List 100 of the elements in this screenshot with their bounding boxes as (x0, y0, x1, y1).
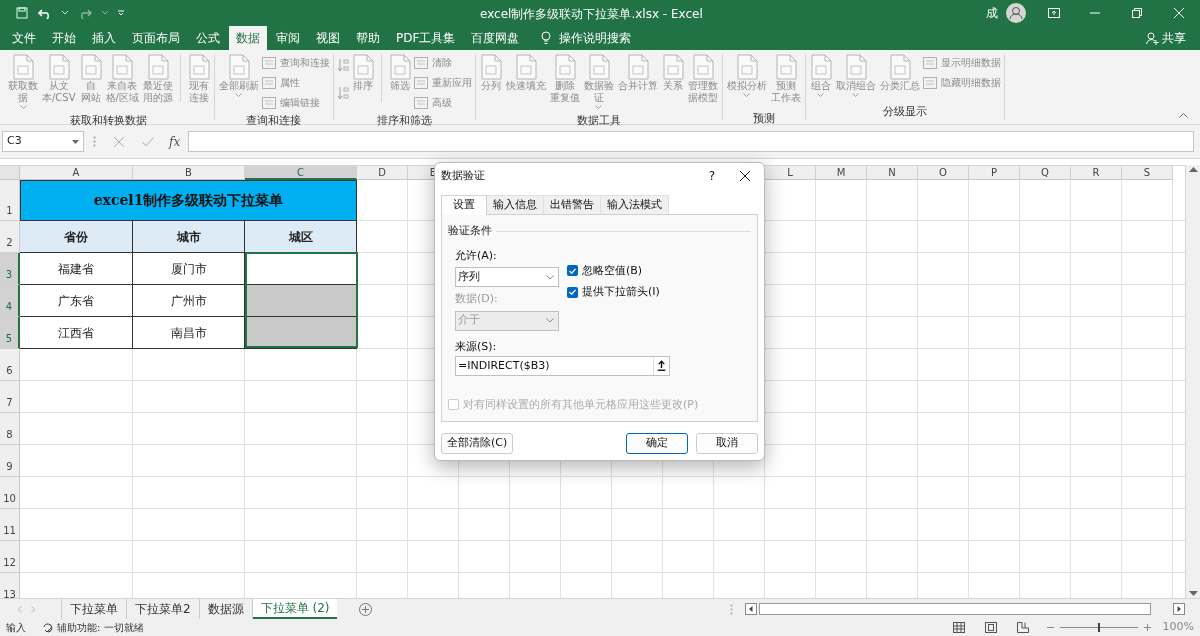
grid-cell[interactable] (1071, 541, 1122, 573)
zoom-out-icon[interactable] (1046, 624, 1054, 631)
row-header[interactable]: 9 (0, 445, 20, 477)
ribbon-button-label[interactable]: 高级 (431, 95, 452, 110)
menu-tab[interactable]: PDF工具集 (389, 26, 463, 50)
grid-cell[interactable] (1020, 253, 1071, 285)
grid-cell[interactable] (1071, 413, 1122, 445)
avatar-icon[interactable] (1006, 3, 1026, 23)
zoom-slider-thumb[interactable] (1097, 623, 1100, 632)
enter-icon[interactable] (142, 136, 154, 147)
grid-cell[interactable] (1071, 509, 1122, 541)
ribbon-button[interactable]: 最近使 用的源 (141, 54, 174, 104)
grid-cell[interactable] (1122, 253, 1173, 285)
grid-cell[interactable] (357, 253, 408, 285)
grid-cell[interactable] (816, 253, 867, 285)
grid-cell[interactable] (918, 221, 969, 253)
grid-cell[interactable] (867, 221, 918, 253)
row-header[interactable]: 3 (0, 253, 20, 285)
grid-cell[interactable] (867, 180, 918, 221)
share-button[interactable]: 共享 (1146, 26, 1186, 50)
grid-cell[interactable] (867, 253, 918, 285)
grid-cell[interactable] (1020, 413, 1071, 445)
dialog-tab[interactable]: 输入信息 (487, 195, 544, 214)
grid-cell[interactable] (1122, 509, 1173, 541)
grid-cell[interactable] (408, 477, 459, 509)
grid-cell[interactable] (357, 509, 408, 541)
grid-cell[interactable] (133, 541, 245, 573)
ribbon-button[interactable]: 管理数 据模型 (686, 54, 719, 104)
grid-cell[interactable] (1071, 381, 1122, 413)
column-header[interactable]: L (765, 166, 816, 180)
column-header[interactable]: M (816, 166, 867, 180)
grid-cell[interactable] (510, 477, 561, 509)
grid-cell[interactable] (245, 541, 357, 573)
undo-icon[interactable] (38, 7, 52, 19)
grid-cell[interactable] (1071, 477, 1122, 509)
grid-cell[interactable] (612, 541, 663, 573)
ribbon-button[interactable]: 预测 工作表 (769, 54, 802, 104)
scroll-left-icon[interactable] (745, 603, 757, 615)
cancel-icon[interactable] (114, 136, 124, 147)
accessibility-status[interactable]: 辅助功能: 一切就绪 (57, 620, 144, 635)
ribbon-button-label[interactable]: 清除 (431, 55, 452, 70)
grid-cell[interactable] (357, 541, 408, 573)
grid-cell[interactable] (133, 477, 245, 509)
grid-cell[interactable] (1020, 285, 1071, 317)
grid-cell[interactable] (918, 413, 969, 445)
grid-cell[interactable] (133, 445, 245, 477)
ribbon-display-icon[interactable] (1048, 8, 1060, 18)
grid-cell[interactable] (714, 509, 765, 541)
grid-cell[interactable] (1020, 221, 1071, 253)
grid-cell[interactable] (918, 349, 969, 381)
ribbon-button-label[interactable]: 显示明细数据 (940, 55, 1001, 70)
zoom-level[interactable]: 100% (1162, 619, 1194, 636)
grid-cell[interactable] (816, 180, 867, 221)
grid-cell[interactable] (969, 381, 1020, 413)
grid-cell[interactable] (1020, 477, 1071, 509)
row-header[interactable]: 2 (0, 221, 20, 253)
grid-cell[interactable] (1122, 180, 1173, 221)
ribbon-button[interactable]: 从文 本/CSV (41, 54, 77, 104)
column-header[interactable]: S (1122, 166, 1173, 180)
scroll-right-icon[interactable] (1173, 603, 1185, 615)
grid-cell[interactable] (969, 477, 1020, 509)
grid-cell[interactable] (1071, 349, 1122, 381)
grid-cell[interactable] (245, 445, 357, 477)
grid-cell[interactable] (969, 413, 1020, 445)
dialog-tab[interactable]: 输入法模式 (601, 195, 669, 214)
grid-cell[interactable] (20, 445, 133, 477)
page-layout-icon[interactable] (984, 622, 997, 633)
grid-cell[interactable] (867, 381, 918, 413)
grid-cell[interactable] (816, 541, 867, 573)
grid-cell[interactable] (1020, 349, 1071, 381)
checkbox[interactable] (567, 286, 578, 298)
grid-cell[interactable] (918, 317, 969, 349)
menu-tab[interactable]: 开始 (45, 26, 83, 50)
row-header[interactable]: 6 (0, 349, 20, 381)
menu-tab[interactable]: 数据 (229, 26, 267, 50)
row-header[interactable]: 7 (0, 381, 20, 413)
menu-tab[interactable]: 插入 (85, 26, 123, 50)
ribbon-button[interactable]: 删除 重复值 (548, 54, 581, 104)
ribbon-button-label[interactable]: 属性 (279, 75, 300, 90)
grid-cell[interactable] (867, 477, 918, 509)
row-header[interactable]: 8 (0, 413, 20, 445)
grid-cell[interactable] (459, 477, 510, 509)
formula-input[interactable] (188, 131, 1194, 152)
ribbon-button[interactable]: 筛选 (387, 54, 412, 92)
grid-cell[interactable] (20, 381, 133, 413)
grid-cell[interactable] (1122, 317, 1173, 349)
column-header[interactable]: P (969, 166, 1020, 180)
redo-icon[interactable] (78, 7, 92, 19)
grid-cell[interactable] (663, 477, 714, 509)
grid-cell[interactable] (357, 445, 408, 477)
grid-cell[interactable] (1071, 221, 1122, 253)
close-icon[interactable] (740, 171, 750, 181)
grid-cell[interactable] (245, 349, 357, 381)
grid-cell[interactable] (133, 509, 245, 541)
grid-cell[interactable] (663, 541, 714, 573)
grid-cell[interactable] (357, 285, 408, 317)
ribbon-button[interactable]: 排序 (350, 54, 375, 92)
grid-cell[interactable] (816, 509, 867, 541)
grid-cell[interactable] (969, 317, 1020, 349)
grid-cell[interactable] (765, 541, 816, 573)
